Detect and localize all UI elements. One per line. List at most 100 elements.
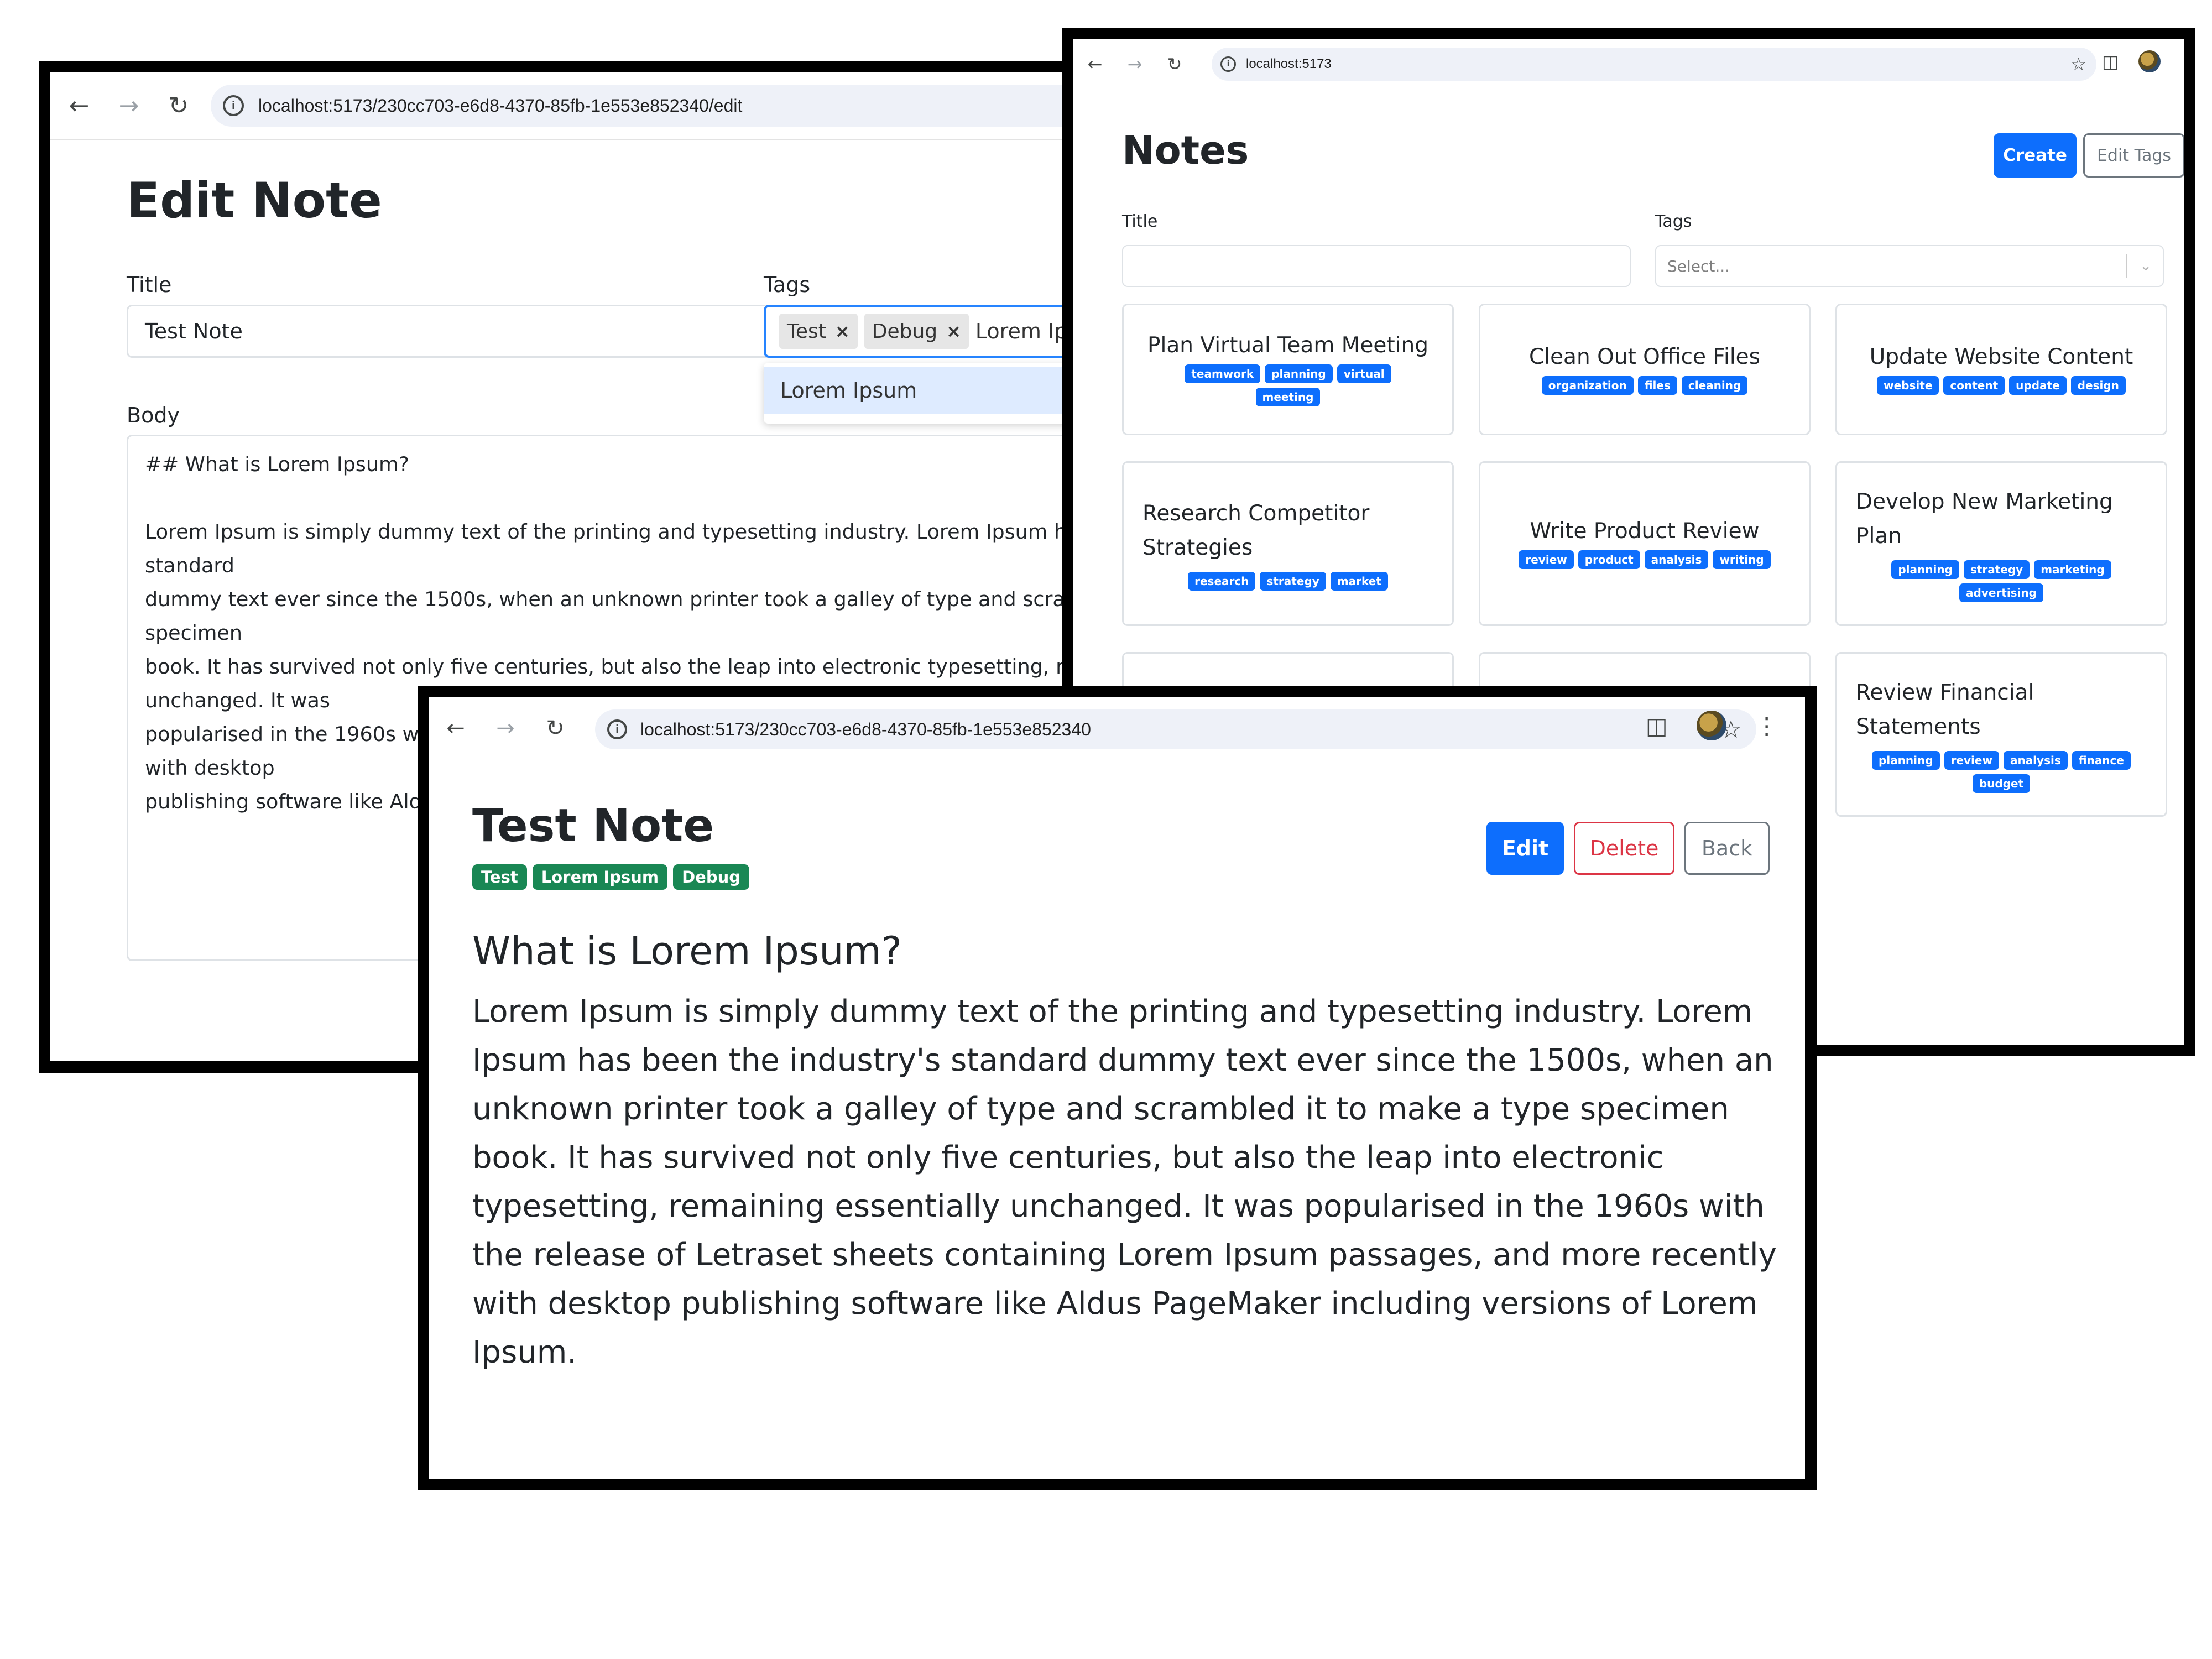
back-arrow-icon[interactable]: ← [62,89,96,122]
page-title: Notes [1122,128,1249,173]
note-card[interactable]: Write Product Review review product anal… [1479,461,1811,626]
tag-badge: research [1188,572,1256,591]
note-card-tags: organization files cleaning [1541,375,1748,395]
browser-toolbar: ← → ↻ i localhost:5173/230cc703-e6d8-437… [429,697,1805,758]
edit-tags-button[interactable]: Edit Tags [2083,133,2184,178]
edit-button[interactable]: Edit [1486,822,1564,875]
select-divider [2126,254,2127,278]
tag-chip-label: Test [787,320,826,343]
tag-badge: analysis [1644,550,1709,569]
reload-icon[interactable]: ↻ [540,713,571,744]
forward-arrow-icon[interactable]: → [490,713,521,744]
reload-icon[interactable]: ↻ [162,89,195,122]
tag-badge: strategy [1963,560,2030,579]
note-card-title: Review Financial Statements [1856,680,2034,739]
forward-arrow-icon[interactable]: → [112,89,145,122]
chip-remove-icon[interactable]: × [946,321,961,342]
note-card-title: Update Website Content [1869,344,2133,369]
note-card[interactable]: Review Financial Statements planning rev… [1835,652,2167,817]
tag-badge: writing [1713,550,1771,569]
title-filter-label: Title [1122,212,1158,231]
back-button[interactable]: Back [1684,822,1770,875]
tag-badge: virtual [1337,364,1391,383]
title-input[interactable]: Test Note [127,305,774,358]
note-card[interactable]: Develop New Marketing Plan planning stra… [1835,461,2167,626]
chip-remove-icon[interactable]: × [835,321,850,342]
create-button[interactable]: Create [1994,133,2077,178]
tags-filter-label: Tags [1655,212,1692,231]
tag-badge: marketing [2034,560,2111,579]
note-card-title: Clean Out Office Files [1529,344,1760,369]
tag-badge: planning [1872,751,1940,770]
kebab-menu-icon[interactable]: ⋮ [2180,51,2184,72]
note-card-title: Write Product Review [1530,518,1760,544]
title-filter-input[interactable] [1122,245,1631,287]
title-input-value: Test Note [145,319,243,343]
body-label: Body [127,403,180,427]
tag-badge: analysis [2003,751,2068,770]
kebab-menu-icon[interactable]: ⋮ [1755,712,1778,739]
note-card-tags: planning review analysis finance budget [1869,751,2134,793]
back-arrow-icon[interactable]: ← [1081,50,1109,78]
chevron-down-icon[interactable]: ⌄ [2140,258,2152,274]
tag-badge: update [2009,375,2067,395]
tag-badge: review [1519,550,1574,569]
tag-badge: cleaning [1681,375,1748,395]
tag-badge: product [1578,550,1640,569]
extensions-icon[interactable]: ◫ [2102,51,2119,72]
toolbar-actions: ◫ ⋮ [1646,711,1778,740]
toolbar-actions: ◫ ⋮ [2102,50,2184,72]
tag-badge: design [2070,375,2126,395]
tag-badge: finance [2072,751,2131,770]
note-card-title: Develop New Marketing Plan [1856,489,2113,549]
profile-avatar[interactable] [2138,50,2161,72]
bookmark-star-icon[interactable]: ☆ [2070,54,2086,75]
tag-badge: planning [1265,364,1333,383]
title-label: Title [127,273,172,297]
address-bar[interactable]: i localhost:5173/230cc703-e6d8-4370-85fb… [211,85,1111,127]
delete-button[interactable]: Delete [1574,822,1674,875]
note-card-title: Plan Virtual Team Meeting [1147,332,1428,358]
profile-avatar[interactable] [1696,711,1726,740]
tag-chip-label: Debug [872,320,938,343]
note-view-window: ← → ↻ i localhost:5173/230cc703-e6d8-437… [418,686,1817,1490]
tag-badge: review [1944,751,1999,770]
tag-badge: organization [1541,375,1634,395]
tag-badge: advertising [1959,583,2043,602]
browser-toolbar: ← → ↻ i localhost:5173 ☆ ◫ ⋮ [1073,39,2184,89]
tag-badge: Test [472,864,527,890]
browser-toolbar: ← → ↻ i localhost:5173/230cc703-e6d8-437… [50,72,1111,140]
note-card-tags: planning strategy marketing advertising [1869,560,2134,602]
extensions-icon[interactable]: ◫ [1646,712,1668,739]
reload-icon[interactable]: ↻ [1161,50,1188,78]
body-heading: What is Lorem Ipsum? [472,928,902,974]
tag-badge: budget [1972,774,2031,793]
tag-badge: Debug [673,864,750,890]
note-tags: Test Lorem Ipsum Debug [472,864,755,890]
tag-badge: strategy [1260,572,1326,591]
note-card[interactable]: Plan Virtual Team Meeting teamwork plann… [1122,304,1454,435]
note-card-tags: review product analysis writing [1519,550,1771,569]
note-card[interactable]: Clean Out Office Files organization file… [1479,304,1811,435]
note-card-tags: research strategy market [1188,572,1388,591]
tags-filter-select[interactable]: Select... ⌄ [1655,245,2164,287]
back-arrow-icon[interactable]: ← [440,713,471,744]
tag-badge: planning [1891,560,1959,579]
site-info-icon[interactable]: i [223,95,244,116]
page-title: Edit Note [127,172,382,229]
tag-badge: market [1330,572,1388,591]
address-bar[interactable]: i localhost:5173/230cc703-e6d8-4370-85fb… [595,709,1756,749]
note-card-title: Research Competitor Strategies [1142,501,1370,560]
address-url: localhost:5173/230cc703-e6d8-4370-85fb-1… [258,95,743,116]
note-card[interactable]: Update Website Content website content u… [1835,304,2167,435]
address-url: localhost:5173 [1246,56,1332,71]
tag-chip: Debug × [864,314,969,349]
forward-arrow-icon[interactable]: → [1121,50,1149,78]
address-url: localhost:5173/230cc703-e6d8-4370-85fb-1… [640,719,1091,739]
site-info-icon[interactable]: i [607,719,627,739]
note-card[interactable]: Research Competitor Strategies research … [1122,461,1454,626]
body-paragraph: Lorem Ipsum is simply dummy text of the … [472,994,1777,1370]
site-info-icon[interactable]: i [1220,56,1236,72]
note-card-tags: teamwork planning virtual meeting [1155,364,1421,406]
address-bar[interactable]: i localhost:5173 ☆ [1212,48,2096,81]
